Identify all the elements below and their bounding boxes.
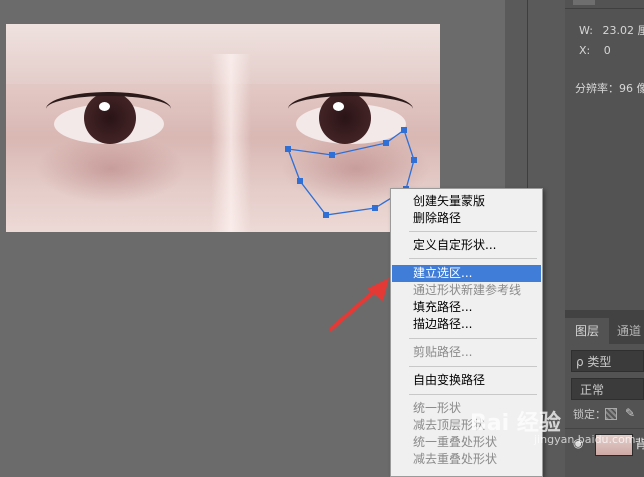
baidu-jingyan-watermark: Bai 经验 jingyan.baidu.com [470, 405, 636, 446]
width-label: W: [579, 24, 593, 37]
x-row: X: 0 [579, 44, 611, 57]
width-value[interactable]: 23.02 厘 [602, 24, 644, 37]
layer-name[interactable]: 背 [635, 435, 644, 452]
properties-panel: W: 23.02 厘 X: 0 分辨率：96 像 [565, 0, 644, 310]
menu-item-new-guides-from-shape: 通过形状新建参考线 [413, 283, 522, 297]
menu-separator [409, 258, 537, 259]
width-row: W: 23.02 厘 [579, 22, 644, 38]
menu-separator [409, 231, 537, 232]
menu-item-clipping-path: 剪贴路径... [413, 345, 473, 359]
menu-item-stroke-path[interactable]: 描边路径... [392, 316, 541, 333]
left-under-eye-shadow [36, 134, 186, 204]
menu-item-subtract-overlapping: 减去重叠处形状 [413, 452, 498, 466]
blend-mode-select[interactable]: 正常 [571, 378, 644, 400]
arrow-head [367, 278, 389, 301]
right-eyelashes [288, 92, 413, 126]
layers-tab-bar: 图层 通道 [565, 310, 644, 344]
nose-bridge-highlight [211, 54, 251, 232]
menu-separator [409, 394, 537, 395]
tab-layers[interactable]: 图层 [565, 318, 609, 344]
x-value[interactable]: 0 [604, 44, 611, 57]
menu-item-free-transform-path[interactable]: 自由变换路径 [392, 372, 541, 389]
menu-item-make-selection[interactable]: 建立选区... [392, 265, 541, 282]
arrow-shaft [329, 287, 379, 331]
menu-item-fill-path[interactable]: 填充路径... [392, 299, 541, 316]
x-label: X: [579, 44, 591, 57]
panel-top-button[interactable] [573, 0, 595, 5]
menu-item-delete-path[interactable]: 删除路径 [392, 210, 541, 227]
eye-photo[interactable] [6, 24, 440, 232]
tab-channels[interactable]: 通道 [617, 318, 641, 344]
menu-item-define-custom-shape[interactable]: 定义自定形状... [392, 237, 541, 254]
menu-separator [409, 366, 537, 367]
layer-filter-input[interactable]: ρ 类型 [571, 350, 644, 372]
panel-separator [565, 8, 644, 9]
menu-item-create-vector-mask[interactable]: 创建矢量蒙版 [392, 193, 541, 210]
red-arrow-annotation [329, 278, 389, 331]
watermark-url: jingyan.baidu.com [534, 433, 636, 446]
resolution-text: 分辨率：96 像 [575, 82, 644, 95]
menu-separator [409, 338, 537, 339]
left-eyelashes [46, 92, 171, 126]
